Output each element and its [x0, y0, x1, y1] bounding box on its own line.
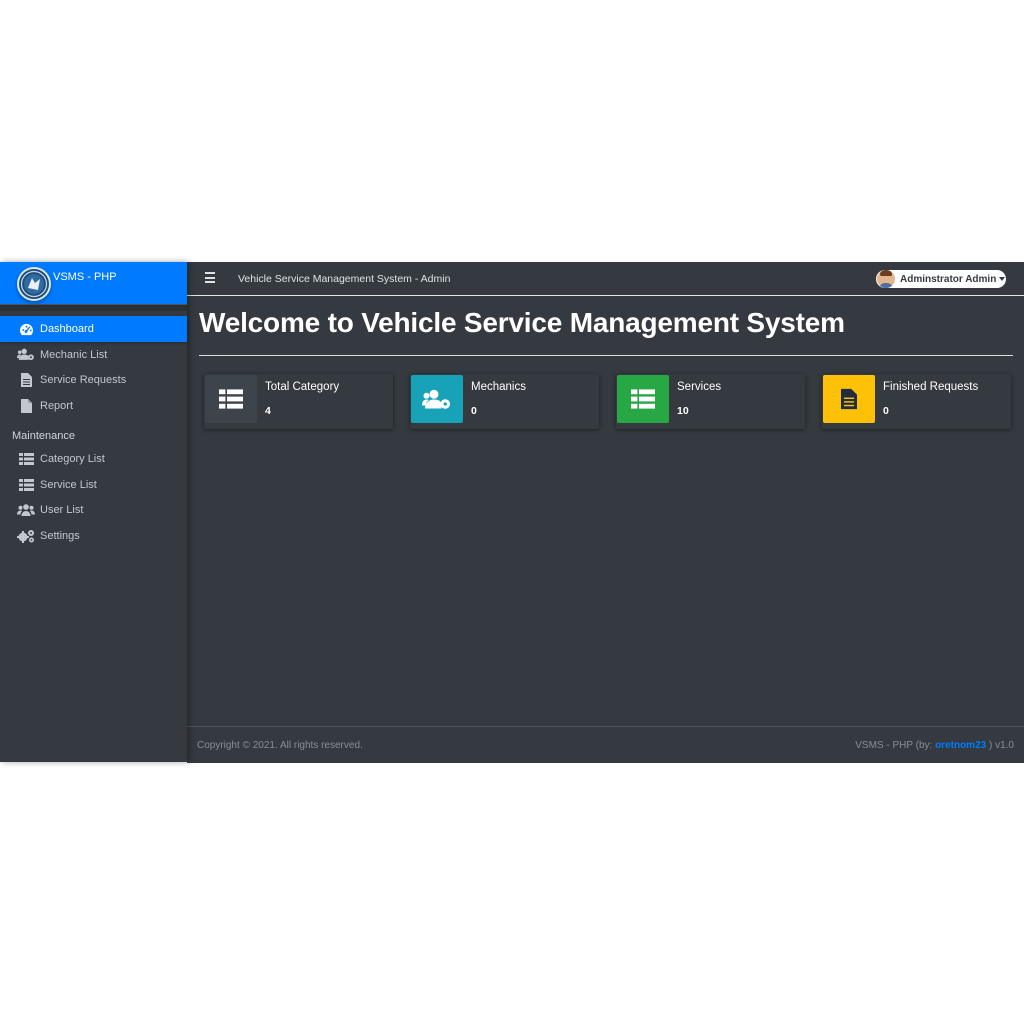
card-icon-box [823, 375, 875, 423]
stats-cards: Total Category 4 Mechanics 0 Services 10 [204, 374, 1012, 430]
sidebar-maintenance-nav: Category List Service List User List Set… [0, 447, 187, 549]
brand-link[interactable]: VSMS - PHP [0, 262, 187, 305]
sidebar-item-label: Service List [40, 478, 97, 491]
footer-credit: VSMS - PHP (by: oretnom23 ) v1.0 [855, 740, 1014, 751]
sidebar-item-label: Category List [40, 453, 105, 466]
th-list-icon [631, 389, 655, 409]
title-divider [199, 355, 1013, 356]
footer: Copyright © 2021. All rights reserved. V… [187, 726, 1024, 763]
cogs-icon [17, 529, 35, 543]
user-menu-button[interactable]: Adminstrator Admin [876, 270, 1006, 288]
footer-copyright: Copyright © 2021. All rights reserved. [197, 740, 363, 751]
sidebar-item-report[interactable]: Report [0, 393, 187, 419]
brand-divider [0, 305, 187, 311]
sidebar-item-service-requests[interactable]: Service Requests [0, 368, 187, 394]
hamburger-icon [205, 281, 215, 283]
sidebar-item-label: Report [40, 399, 74, 412]
sidebar-item-label: User List [40, 504, 84, 517]
card-value: 0 [471, 405, 477, 417]
avatar [877, 270, 895, 288]
users-cog-icon [17, 348, 35, 361]
file-alt-icon [841, 388, 857, 410]
th-list-icon [17, 478, 35, 491]
author-link[interactable]: oretnom23 [935, 740, 986, 751]
sidebar-item-service-list[interactable]: Service List [0, 472, 187, 498]
sidebar-item-label: Mechanic List [40, 348, 108, 361]
file-icon [17, 398, 35, 413]
stat-card-services: Services 10 [616, 374, 805, 429]
card-label: Mechanics [471, 381, 526, 393]
page-title: Welcome to Vehicle Service Management Sy… [199, 307, 845, 338]
sidebar: VSMS - PHP Dashboard Mechanic List Servi… [0, 262, 187, 762]
sidebar-item-label: Settings [40, 529, 80, 542]
sidebar-item-user-list[interactable]: User List [0, 498, 187, 524]
user-name: Adminstrator Admin [900, 273, 997, 285]
stat-card-finished-requests: Finished Requests 0 [822, 374, 1011, 429]
card-label: Finished Requests [883, 381, 979, 393]
card-icon-box [617, 375, 669, 423]
sidebar-section-header: Maintenance [12, 429, 75, 442]
stat-card-mechanics: Mechanics 0 [410, 374, 599, 429]
sidebar-item-label: Service Requests [40, 374, 127, 387]
hamburger-icon [205, 272, 215, 274]
file-alt-icon [17, 373, 35, 388]
sidebar-item-label: Dashboard [40, 323, 94, 335]
tachometer-icon [17, 323, 35, 336]
footer-credit-prefix: VSMS - PHP (by: [855, 740, 936, 751]
card-icon-box [205, 375, 257, 423]
sidebar-item-category-list[interactable]: Category List [0, 447, 187, 473]
card-value: 4 [265, 405, 271, 417]
stat-card-total-category: Total Category 4 [204, 374, 393, 429]
card-value: 10 [677, 405, 689, 417]
app-window: VSMS - PHP Dashboard Mechanic List Servi… [0, 262, 1024, 763]
card-label: Services [677, 381, 722, 393]
brand-logo-icon [17, 267, 51, 301]
th-list-icon [219, 389, 243, 409]
card-value: 0 [883, 405, 889, 417]
th-list-icon [17, 453, 35, 466]
sidebar-item-dashboard[interactable]: Dashboard [0, 316, 187, 342]
hamburger-icon [205, 276, 215, 279]
caret-down-icon [999, 277, 1006, 281]
users-cog-icon [422, 389, 451, 409]
card-label: Total Category [265, 381, 340, 393]
brand-name: VSMS - PHP [53, 271, 117, 283]
menu-toggle-button[interactable] [205, 272, 215, 284]
top-navbar: Vehicle Service Management System - Admi… [187, 262, 1024, 296]
sidebar-nav: Dashboard Mechanic List Service Requests… [0, 316, 187, 419]
navbar-title: Vehicle Service Management System - Admi… [238, 273, 451, 285]
sidebar-item-mechanic-list[interactable]: Mechanic List [0, 342, 187, 368]
card-icon-box [411, 375, 463, 423]
main-content: Welcome to Vehicle Service Management Sy… [187, 296, 1024, 726]
users-icon [17, 504, 35, 517]
footer-credit-suffix: ) v1.0 [986, 740, 1014, 751]
sidebar-item-settings[interactable]: Settings [0, 523, 187, 549]
